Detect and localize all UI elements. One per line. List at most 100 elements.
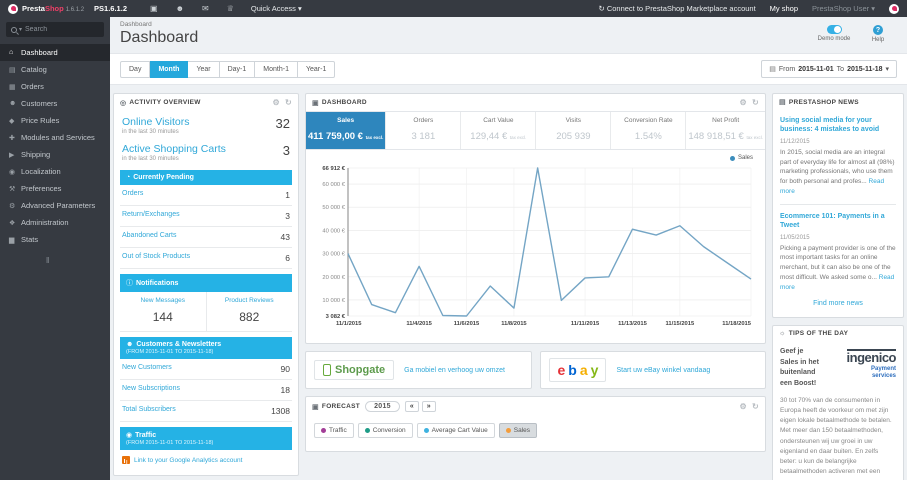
sidebar-item-administration[interactable]: ❖ Administration [0, 214, 110, 231]
forecast-sales-toggle[interactable]: Sales [498, 423, 537, 438]
date-from: 2015-11-01 [798, 65, 834, 73]
help-icon[interactable]: ? [873, 25, 883, 35]
sidebar-item-localization[interactable]: ◉ Localization [0, 163, 110, 180]
marketplace-link[interactable]: ↻ Connect to PrestaShop Marketplace acco… [598, 4, 755, 13]
find-more-news-link[interactable]: Find more news [780, 300, 896, 307]
search-caret-icon[interactable]: ▾ [19, 26, 22, 33]
sidebar-search[interactable]: ▾ [6, 22, 104, 37]
chart-legend[interactable]: Sales [729, 155, 753, 161]
sidebar-item-price-rules[interactable]: ◆ Price Rules [0, 112, 110, 129]
cart-icon: ▣ [312, 99, 319, 107]
brand-presta: Presta [22, 4, 45, 13]
kpi-conversion-rate[interactable]: Conversion Rate 1.54% [611, 112, 687, 149]
kpi-sales[interactable]: Sales 411 759,00 € tax excl. [306, 112, 387, 149]
catalog-icon: ▤ [9, 66, 16, 74]
customers-newsletters-section: ☻ Customers & Newsletters (FROM 2015-11-0… [120, 337, 292, 422]
prev-year-button[interactable]: « [404, 401, 419, 412]
svg-text:66 912 €: 66 912 € [322, 166, 345, 172]
stat-label[interactable]: Active Shopping Carts [122, 143, 226, 155]
sidebar-item-orders[interactable]: ▦ Orders [0, 78, 110, 95]
gear-icon[interactable]: ⚙ [740, 98, 747, 107]
stat-value: 3 [282, 143, 290, 158]
sidebar-item-customers[interactable]: ☻ Customers [0, 95, 110, 112]
range-day-button[interactable]: Day [120, 60, 151, 78]
sales-dot-icon [505, 428, 511, 433]
range-day-1-button[interactable]: Day-1 [219, 60, 256, 78]
shopgate-logo: Shopgate [314, 360, 395, 380]
article-title-link[interactable]: Using social media for your business: 4 … [780, 116, 896, 135]
pending-row-returns: Return/Exchanges 3 [120, 206, 292, 227]
breadcrumb[interactable]: Dashboard [120, 21, 198, 28]
sidebar-item-catalog[interactable]: ▤ Catalog [0, 61, 110, 78]
activity-icon: ◎ [120, 99, 127, 107]
brand-wordmark: PrestaShop 1.6.1.2 [22, 4, 84, 13]
stats-icon: ▆ [9, 236, 15, 244]
sidebar-item-advanced-parameters[interactable]: ⚙ Advanced Parameters [0, 197, 110, 214]
shopgate-banner[interactable]: Shopgate Ga mobiel en verhoog uw omzet [305, 351, 532, 389]
refresh-icon[interactable]: ↻ [752, 98, 759, 107]
forecast-panel: ▣ FORECAST 2015 « » ⚙ ↻ Traffic Conversi… [305, 396, 766, 452]
stat-label[interactable]: Online Visitors [122, 116, 190, 128]
globe-icon: ◉ [126, 432, 133, 439]
kpi-visits[interactable]: Visits 205 939 [536, 112, 612, 149]
svg-text:60 000 €: 60 000 € [322, 182, 345, 188]
demo-mode-toggle[interactable]: Demo mode [817, 25, 851, 42]
messages-icon[interactable]: ✉ [202, 4, 209, 13]
quick-access-menu[interactable]: Quick Access ▾ [251, 4, 302, 13]
row-new-subscriptions: New Subscriptions 18 [120, 380, 292, 401]
cart-icon[interactable]: ▣ [150, 4, 158, 13]
search-input[interactable] [25, 26, 96, 33]
svg-text:11/13/2015: 11/13/2015 [618, 321, 647, 327]
gear-icon[interactable]: ⚙ [740, 402, 747, 411]
user-menu[interactable]: PrestaShop User ▾ [812, 4, 875, 13]
help-button[interactable]: ? Help [861, 25, 895, 43]
kpi-net-profit[interactable]: Net Profit 148 918,51 € tax excl. [686, 112, 765, 149]
user-avatar[interactable] [889, 3, 899, 14]
range-month-button[interactable]: Month [150, 60, 189, 78]
sidebar-item-stats[interactable]: ▆ Stats [0, 231, 110, 248]
svg-text:11/8/2015: 11/8/2015 [501, 321, 527, 327]
kpi-orders[interactable]: Orders 3 181 [386, 112, 462, 149]
toggle-icon[interactable] [826, 25, 842, 34]
tips-panel-title: TIPS OF THE DAY [788, 330, 849, 338]
forecast-conversion-toggle[interactable]: Conversion [357, 423, 413, 438]
active-carts-stat: Active Shopping Carts in the last 30 min… [122, 143, 290, 162]
sales-chart: Sales 3 082 € 10 000 € 20 000 € 30 000 € 40 … [306, 150, 765, 343]
preferences-icon: ⚒ [9, 185, 16, 193]
collapse-menu-icon[interactable]: ‖ [46, 256, 110, 265]
svg-text:11/18/2015: 11/18/2015 [722, 321, 751, 327]
google-analytics-link[interactable]: Link to your Google Analytics account [120, 450, 292, 470]
refresh-icon[interactable]: ↻ [752, 402, 759, 411]
forecast-avg-cart-toggle[interactable]: Average Cart Value [416, 423, 495, 438]
ebay-banner[interactable]: ebay Start uw eBay winkel vandaag [539, 351, 766, 389]
online-visitors-stat: Online Visitors in the last 30 minutes 3… [122, 116, 290, 135]
refresh-icon[interactable]: ↻ [285, 98, 292, 107]
sidebar-item-preferences[interactable]: ⚒ Preferences [0, 180, 110, 197]
kpi-cart-value[interactable]: Cart Value 129,44 € tax excl. [461, 112, 537, 149]
shipping-icon: ▶ [9, 151, 15, 159]
pending-row-orders: Orders 1 [120, 185, 292, 206]
ps-version: PS1.6.1.2 [94, 4, 127, 13]
customers-icon[interactable]: ☻ [176, 4, 184, 13]
article-title-link[interactable]: Ecommerce 101: Payments in a Tweet [780, 212, 896, 231]
sidebar-item-shipping[interactable]: ▶ Shipping [0, 146, 110, 163]
trophy-icon[interactable]: ♕ [227, 4, 234, 13]
bulb-icon: ☼ [779, 330, 786, 338]
calendar-icon: ▤ [769, 66, 776, 73]
gear-icon[interactable]: ⚙ [273, 98, 280, 107]
phone-icon [323, 364, 331, 376]
sidebar-item-modules[interactable]: ✚ Modules and Services [0, 129, 110, 146]
range-year-button[interactable]: Year [188, 60, 220, 78]
range-month-1-button[interactable]: Month-1 [255, 60, 298, 78]
my-shop-link[interactable]: My shop [770, 4, 798, 13]
news-icon: ▤ [779, 99, 786, 106]
top-bar: PrestaShop 1.6.1.2 PS1.6.1.2 ▣ ☻ ✉ ♕ Quic… [0, 0, 907, 17]
forecast-traffic-toggle[interactable]: Traffic [314, 423, 354, 438]
sidebar-item-dashboard[interactable]: ⌂ Dashboard [0, 44, 110, 61]
svg-text:11/1/2015: 11/1/2015 [336, 321, 362, 327]
range-year-1-button[interactable]: Year-1 [297, 60, 336, 78]
dashboard-panel: ▣ DASHBOARD ⚙ ↻ Sales 411 759,00 € tax e… [305, 93, 766, 344]
date-range-picker[interactable]: ▤ From 2015-11-01 To 2015-11-18 ▾ [761, 60, 897, 78]
brand-version: 1.6.1.2 [65, 7, 85, 13]
next-year-button[interactable]: » [421, 401, 436, 412]
